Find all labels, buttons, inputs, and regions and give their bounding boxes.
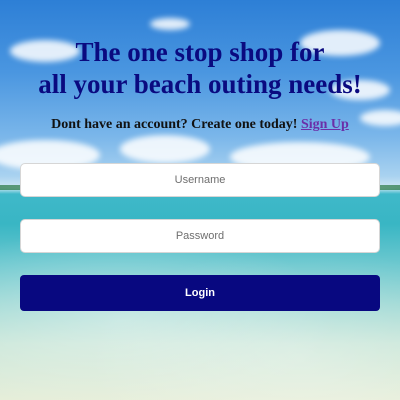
signup-prompt: Dont have an account? Create one today! …: [0, 117, 400, 133]
headline-line-1: The one stop shop for: [75, 37, 325, 67]
username-input[interactable]: [20, 163, 380, 197]
page-headline: The one stop shop for all your beach out…: [0, 36, 400, 100]
signup-prompt-text: Dont have an account? Create one today!: [51, 117, 301, 132]
password-input[interactable]: [20, 219, 380, 253]
headline-line-2: all your beach outing needs!: [38, 69, 362, 99]
signup-link[interactable]: Sign Up: [301, 117, 349, 132]
login-button[interactable]: Login: [20, 275, 380, 311]
